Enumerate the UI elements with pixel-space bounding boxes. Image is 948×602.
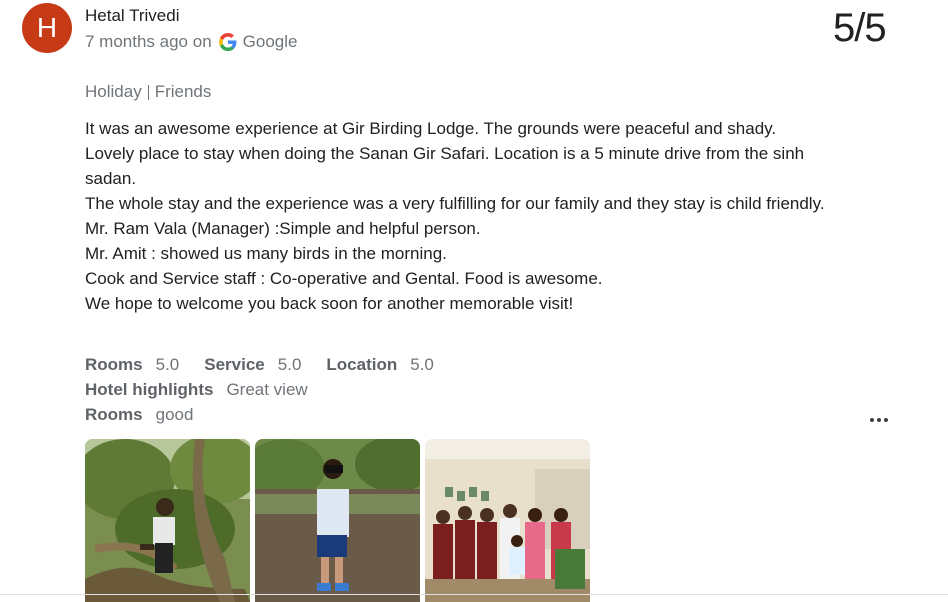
review-score: 5/5 (833, 6, 887, 50)
rating-label: Service (204, 355, 265, 374)
hotel-highlights: Hotel highlights Great view (85, 377, 459, 402)
review-text: It was an awesome experience at Gir Bird… (85, 116, 845, 316)
rating-value: 5.0 (155, 355, 180, 374)
photo-boy-in-tree (85, 439, 250, 602)
review-line: Mr. Amit : showed us many birds in the m… (85, 244, 447, 263)
more-options-icon[interactable] (867, 412, 891, 428)
rooms-note-value: good (155, 405, 194, 424)
google-logo-icon (218, 33, 237, 51)
rating-label: Rooms (85, 355, 143, 374)
review-line: We hope to welcome you back soon for ano… (85, 294, 574, 313)
review-line: Lovely place to stay when doing the Sana… (85, 144, 805, 188)
ratings-block: Rooms 5.0 Service 5.0 Location 5.0 Hotel… (85, 352, 459, 427)
sub-ratings: Rooms 5.0 Service 5.0 Location 5.0 (85, 352, 459, 377)
reviewer-name[interactable]: Hetal Trivedi (85, 6, 179, 26)
review-line: Cook and Service staff : Co-operative an… (85, 269, 603, 288)
rooms-note: Rooms good (85, 402, 459, 427)
review-time: 7 months ago on (85, 32, 212, 51)
review-photo-2[interactable] (255, 439, 420, 602)
trip-group: Friends (154, 82, 212, 101)
review-line: Mr. Ram Vala (Manager) :Simple and helpf… (85, 219, 481, 238)
review-source: Google (242, 32, 298, 51)
photo-boy-binoculars (255, 439, 420, 602)
rating-label: Location (326, 355, 398, 374)
divider (147, 84, 149, 100)
rating-value: 5.0 (410, 355, 434, 374)
rooms-note-label: Rooms (85, 405, 143, 424)
divider (0, 594, 948, 595)
trip-type: Holiday (85, 82, 142, 101)
review-photo-1[interactable] (85, 439, 250, 602)
avatar[interactable]: H (22, 3, 72, 53)
rating-value: 5.0 (277, 355, 302, 374)
highlights-value: Great view (226, 380, 308, 399)
photo-family-group (425, 439, 590, 602)
highlights-label: Hotel highlights (85, 380, 214, 399)
dot (877, 418, 881, 422)
review-photo-3[interactable] (425, 439, 590, 602)
trip-info: Holiday Friends (85, 82, 211, 102)
review-meta: 7 months ago on Google (85, 32, 297, 52)
review-line: It was an awesome experience at Gir Bird… (85, 119, 777, 138)
review-line: The whole stay and the experience was a … (85, 194, 825, 213)
dot (884, 418, 888, 422)
dot (870, 418, 874, 422)
